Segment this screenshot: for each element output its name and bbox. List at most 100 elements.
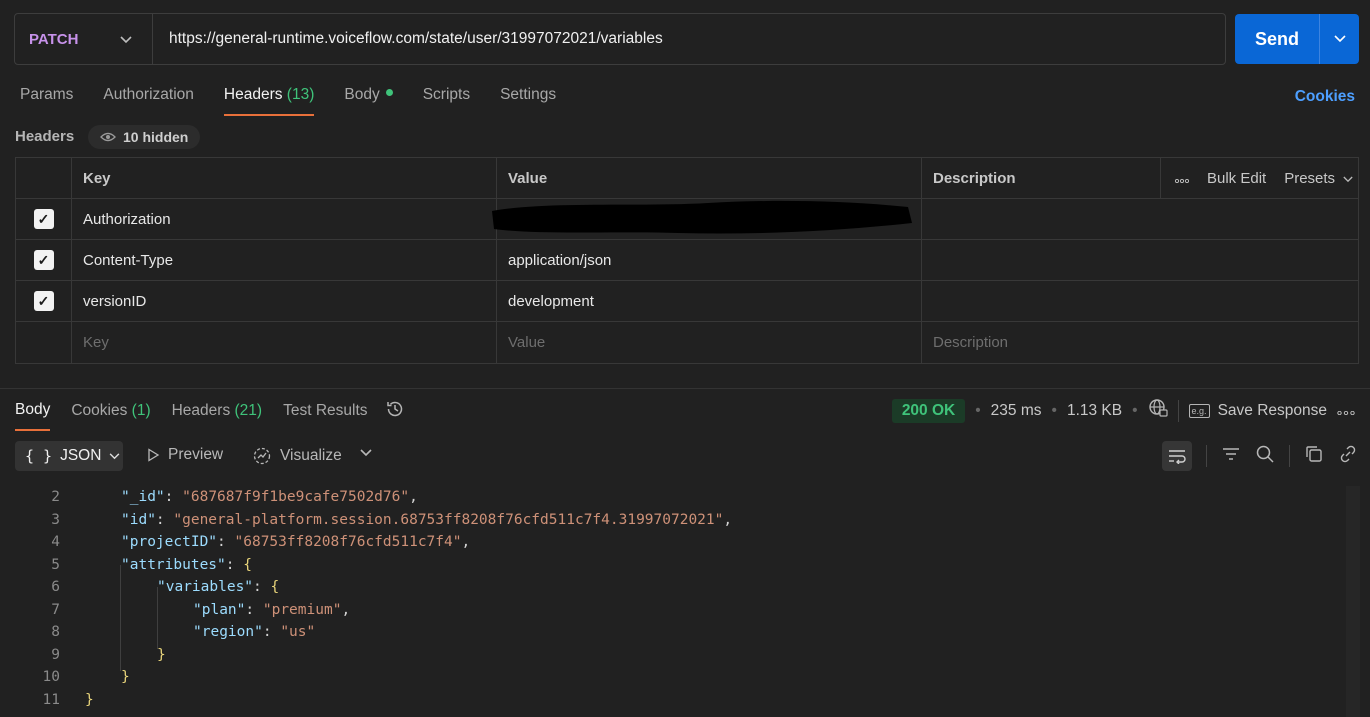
code-text: "region": "us": [193, 624, 316, 640]
play-icon: [148, 448, 160, 462]
description-cell[interactable]: [922, 199, 1358, 239]
tab-headers-label: Headers: [223, 86, 283, 103]
panel-divider: [0, 388, 1370, 389]
url-input[interactable]: https://general-runtime.voiceflow.com/st…: [153, 30, 663, 48]
description-cell[interactable]: [922, 281, 1358, 321]
send-options-button[interactable]: [1320, 14, 1359, 64]
link-icon[interactable]: [1338, 444, 1358, 468]
cookies-link[interactable]: Cookies: [1295, 88, 1355, 106]
code-text: }: [157, 646, 166, 663]
tab-response-cookies-label: Cookies: [71, 402, 128, 419]
code-line: 4 "projectID": "68753ff8208f76cfd511c7f4…: [0, 531, 1346, 553]
visualize-icon: [253, 447, 271, 465]
search-icon[interactable]: [1255, 444, 1275, 468]
bulk-edit-button[interactable]: Bulk Edit: [1207, 170, 1266, 187]
format-select[interactable]: { } JSON: [15, 441, 123, 471]
chevron-down-icon: [110, 452, 120, 459]
tab-response-headers-count: (21): [234, 402, 263, 419]
tab-settings-label: Settings: [500, 86, 557, 103]
hidden-headers-label: 10 hidden: [123, 129, 189, 145]
tab-response-cookies[interactable]: Cookies (1): [71, 402, 150, 430]
toolbar-separator: [1177, 399, 1179, 422]
send-button[interactable]: Send: [1235, 14, 1319, 64]
presets-dropdown[interactable]: Presets: [1284, 170, 1353, 187]
line-number: 6: [51, 579, 60, 595]
response-tabs: Body Cookies (1) Headers (21) Test Resul…: [15, 401, 405, 431]
code-line: 3 "id": "general-platform.session.68753f…: [0, 509, 1346, 531]
preview-button[interactable]: Preview: [146, 446, 223, 464]
status-badge[interactable]: 200 OK: [891, 398, 966, 423]
header-value: development: [508, 292, 594, 310]
code-text: }: [85, 691, 94, 708]
format-label: JSON: [60, 447, 102, 464]
header-enabled-checkbox[interactable]: ✓: [33, 291, 54, 311]
wrap-lines-button[interactable]: [1162, 441, 1192, 471]
key-cell[interactable]: Content-Type: [72, 240, 497, 280]
history-icon[interactable]: [385, 399, 405, 423]
preview-label: Preview: [168, 446, 224, 463]
key-placeholder[interactable]: Key: [72, 322, 497, 363]
chevron-down-icon: [1343, 176, 1353, 182]
table-row: ✓ versionID development: [16, 281, 1358, 322]
response-size[interactable]: 1.13 KB: [1067, 402, 1122, 420]
more-options-icon[interactable]: [1174, 170, 1190, 187]
response-body-code[interactable]: 2 "_id": "687687f9f1be9cafe7502d76", 3 "…: [0, 486, 1346, 717]
tab-scripts[interactable]: Scripts: [423, 86, 470, 116]
header-enabled-checkbox[interactable]: ✓: [33, 250, 54, 270]
tab-headers-count: (13): [286, 86, 315, 103]
code-line: 5 "attributes": {: [0, 554, 1346, 576]
tab-headers[interactable]: Headers (13): [223, 86, 315, 116]
code-scrollbar[interactable]: [1346, 486, 1360, 717]
tab-params-label: Params: [20, 86, 74, 103]
redacted-value-scribble: [492, 200, 912, 234]
visualize-dropdown[interactable]: [360, 449, 372, 457]
save-response-button[interactable]: e.g. Save Response: [1188, 402, 1327, 420]
description-cell[interactable]: [922, 240, 1358, 280]
tab-test-results-label: Test Results: [283, 402, 368, 419]
row-check-cell: ✓: [16, 281, 72, 321]
visualize-label: Visualize: [280, 447, 342, 464]
line-number: 8: [51, 624, 60, 640]
tab-settings[interactable]: Settings: [500, 86, 556, 116]
tab-params[interactable]: Params: [20, 86, 73, 116]
header-enabled-checkbox[interactable]: ✓: [33, 209, 54, 229]
line-number: 7: [51, 601, 60, 618]
header-check-cell: [16, 158, 72, 198]
visualize-button[interactable]: Visualize: [252, 446, 342, 466]
tab-body-label: Body: [344, 86, 380, 103]
hidden-headers-toggle[interactable]: 10 hidden: [88, 125, 201, 149]
filter-icon[interactable]: [1221, 446, 1241, 466]
value-cell[interactable]: development: [497, 281, 922, 321]
code-text: "projectID": "68753ff8208f76cfd511c7f4",: [121, 534, 471, 550]
toolbar-separator: [1289, 445, 1290, 467]
code-text: "variables": {: [157, 579, 280, 595]
presets-label: Presets: [1284, 169, 1336, 187]
value-cell[interactable]: application/json: [497, 240, 922, 280]
tab-authorization[interactable]: Authorization: [103, 86, 193, 116]
more-options-icon[interactable]: [1337, 402, 1355, 420]
key-cell[interactable]: versionID: [72, 281, 497, 321]
tab-response-body[interactable]: Body: [15, 401, 51, 431]
line-number: 9: [51, 646, 60, 663]
headers-section-title: Headers: [15, 128, 75, 145]
tab-body[interactable]: Body: [344, 86, 393, 116]
network-globe-icon[interactable]: [1148, 398, 1168, 423]
description-placeholder[interactable]: Description: [922, 322, 1358, 363]
table-header-row: Key Value Description Bulk Edit Presets: [16, 158, 1358, 199]
chevron-down-icon: [120, 32, 132, 47]
copy-icon[interactable]: [1304, 444, 1324, 468]
chevron-down-icon: [360, 449, 372, 457]
request-url-bar: PATCH https://general-runtime.voiceflow.…: [14, 13, 1226, 65]
code-line: 10 }: [0, 666, 1346, 688]
value-placeholder[interactable]: Value: [497, 322, 922, 363]
column-key: Key: [72, 158, 497, 198]
code-text: }: [121, 669, 130, 685]
tab-response-headers[interactable]: Headers (21): [172, 402, 262, 430]
method-select[interactable]: PATCH: [15, 14, 153, 64]
key-cell[interactable]: Authorization: [72, 199, 497, 239]
code-line: 6 "variables": {: [0, 576, 1346, 598]
code-text: "_id": "687687f9f1be9cafe7502d76",: [121, 489, 418, 505]
response-time[interactable]: 235 ms: [991, 402, 1042, 420]
table-row-empty: Key Value Description: [16, 322, 1358, 363]
tab-test-results[interactable]: Test Results: [283, 402, 367, 430]
